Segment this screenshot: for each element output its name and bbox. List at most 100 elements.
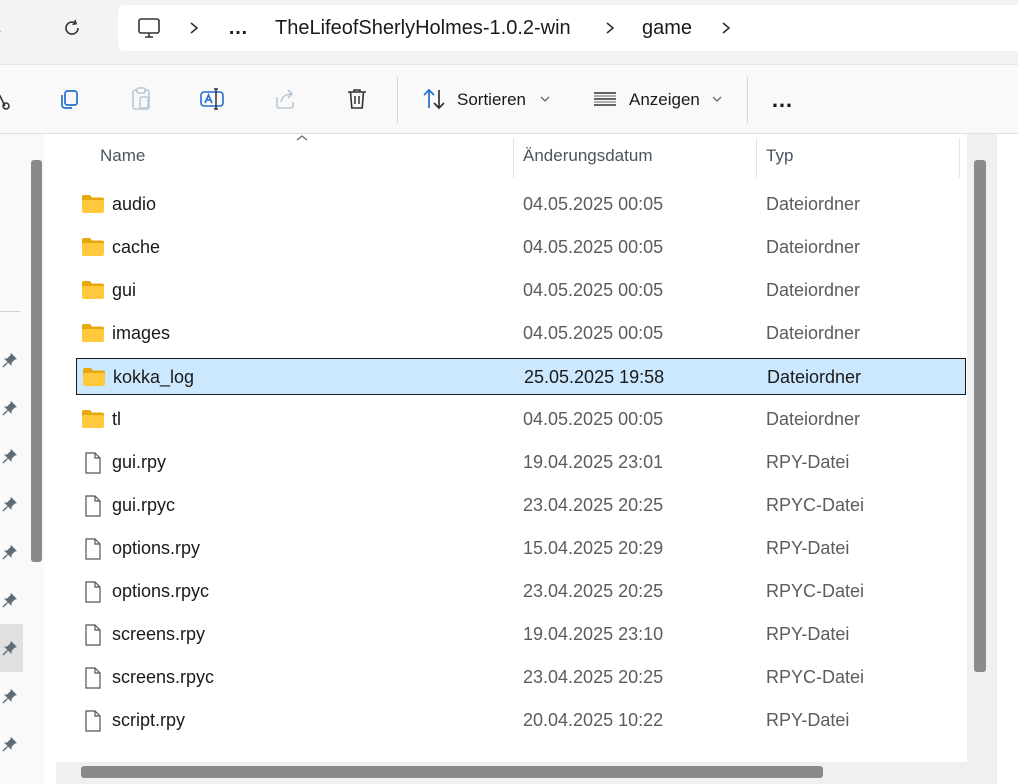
file-row[interactable]: gui.rpy 19.04.2025 23:01 RPY-Datei bbox=[76, 444, 966, 481]
folder-icon bbox=[82, 366, 106, 388]
horizontal-scrollbar-thumb[interactable] bbox=[81, 766, 823, 778]
file-name: images bbox=[112, 323, 171, 343]
file-name: screens.rpyc bbox=[112, 667, 215, 687]
file-type: RPYC-Datei bbox=[766, 581, 865, 601]
file-row[interactable]: options.rpyc 23.04.2025 20:25 RPYC-Datei bbox=[76, 573, 966, 610]
column-divider[interactable] bbox=[959, 138, 960, 178]
copy-icon bbox=[61, 90, 78, 109]
file-row[interactable]: script.rpy 20.04.2025 10:22 RPY-Datei bbox=[76, 702, 966, 739]
more-options-button[interactable]: … bbox=[771, 83, 794, 117]
chevron-down-icon[interactable] bbox=[527, 81, 563, 117]
paste-button[interactable] bbox=[123, 81, 159, 117]
pin-icon bbox=[0, 542, 20, 562]
file-date-modified: 25.05.2025 19:58 bbox=[524, 367, 665, 387]
file-name: gui bbox=[112, 280, 137, 300]
file-type: Dateiordner bbox=[766, 323, 861, 343]
up-arrow-icon[interactable] bbox=[0, 10, 18, 46]
toolbar-divider bbox=[747, 77, 748, 123]
file-row[interactable]: options.rpy 15.04.2025 20:29 RPY-Datei bbox=[76, 530, 966, 567]
sort-icon[interactable] bbox=[416, 81, 452, 117]
file-row[interactable]: screens.rpy 19.04.2025 23:10 RPY-Datei bbox=[76, 616, 966, 653]
breadcrumb-current-folder[interactable]: game bbox=[642, 5, 692, 51]
scissors-icon bbox=[0, 94, 10, 110]
refresh-button[interactable] bbox=[54, 10, 90, 46]
vertical-scrollbar-thumb[interactable] bbox=[974, 160, 986, 672]
this-pc-icon[interactable] bbox=[136, 5, 162, 51]
rename-button[interactable] bbox=[194, 81, 230, 117]
column-header-name[interactable]: Name bbox=[100, 134, 145, 178]
pin-icon bbox=[0, 494, 20, 514]
pin-icon bbox=[0, 590, 20, 610]
file-type: RPY-Datei bbox=[766, 624, 850, 644]
refresh-icon bbox=[65, 19, 79, 35]
file-name: options.rpy bbox=[112, 538, 201, 558]
clipboard-icon bbox=[132, 87, 150, 110]
sort-button[interactable]: Sortieren bbox=[457, 83, 526, 117]
file-name: screens.rpy bbox=[112, 624, 206, 644]
folder-icon bbox=[81, 279, 105, 301]
file-type: Dateiordner bbox=[766, 194, 861, 214]
folder-icon bbox=[81, 408, 105, 430]
file-row[interactable]: screens.rpyc 23.04.2025 20:25 RPYC-Datei bbox=[76, 659, 966, 696]
file-row[interactable]: images 04.05.2025 00:05 Dateiordner bbox=[76, 315, 966, 352]
view-icon[interactable] bbox=[587, 81, 623, 117]
file-row[interactable]: gui 04.05.2025 00:05 Dateiordner bbox=[76, 272, 966, 309]
file-row[interactable]: cache 04.05.2025 00:05 Dateiordner bbox=[76, 229, 966, 266]
file-type: RPYC-Datei bbox=[766, 495, 865, 515]
column-header-type[interactable]: Typ bbox=[766, 134, 793, 178]
file-name: audio bbox=[112, 194, 157, 214]
pin-icon bbox=[0, 398, 20, 418]
file-type: Dateiordner bbox=[767, 367, 862, 387]
file-date-modified: 04.05.2025 00:05 bbox=[523, 194, 664, 214]
file-type: Dateiordner bbox=[766, 280, 861, 300]
file-icon bbox=[81, 537, 105, 560]
address-bar[interactable]: … TheLifeofSherlyHolmes-1.0.2-win game bbox=[118, 5, 1018, 51]
chevron-down-icon[interactable] bbox=[699, 81, 735, 117]
file-row-selected[interactable]: kokka_log 25.05.2025 19:58 Dateiordner bbox=[76, 358, 966, 395]
folder-icon bbox=[81, 322, 105, 344]
file-icon bbox=[81, 451, 105, 474]
navigation-pane-scrollbar[interactable] bbox=[31, 160, 42, 562]
view-button[interactable]: Anzeigen bbox=[629, 83, 700, 117]
file-icon bbox=[81, 623, 105, 646]
column-header-date[interactable]: Änderungsdatum bbox=[523, 134, 652, 178]
file-icon bbox=[81, 666, 105, 689]
chevron-right-icon[interactable] bbox=[188, 5, 200, 51]
file-date-modified: 20.04.2025 10:22 bbox=[523, 710, 664, 730]
file-row[interactable]: audio 04.05.2025 00:05 Dateiordner bbox=[76, 186, 966, 223]
pin-icon bbox=[0, 638, 20, 658]
file-list: Name Änderungsdatum Typ audio 04.05.2025 … bbox=[50, 134, 967, 762]
cut-button[interactable] bbox=[0, 81, 20, 117]
file-icon bbox=[81, 580, 105, 603]
file-icon bbox=[81, 709, 105, 732]
column-divider[interactable] bbox=[513, 138, 514, 178]
chevron-right-icon[interactable] bbox=[720, 5, 732, 51]
file-name: tl bbox=[112, 409, 121, 429]
file-date-modified: 04.05.2025 00:05 bbox=[523, 237, 664, 257]
file-icon bbox=[81, 494, 105, 517]
pin-icon bbox=[0, 686, 20, 706]
file-name: gui.rpy bbox=[112, 452, 167, 472]
file-date-modified: 23.04.2025 20:25 bbox=[523, 581, 664, 601]
share-button[interactable] bbox=[267, 81, 303, 117]
copy-button[interactable] bbox=[51, 81, 87, 117]
breadcrumb-overflow[interactable]: … bbox=[228, 5, 249, 51]
file-date-modified: 04.05.2025 00:05 bbox=[523, 323, 664, 343]
file-type: RPY-Datei bbox=[766, 452, 850, 472]
chevron-right-icon[interactable] bbox=[604, 5, 616, 51]
file-name: options.rpyc bbox=[112, 581, 210, 601]
file-type: RPY-Datei bbox=[766, 710, 850, 730]
file-type: RPY-Datei bbox=[766, 538, 850, 558]
breadcrumb-root-folder[interactable]: TheLifeofSherlyHolmes-1.0.2-win bbox=[275, 5, 571, 51]
delete-button[interactable] bbox=[339, 81, 375, 117]
trash-icon bbox=[348, 89, 366, 109]
file-type: Dateiordner bbox=[766, 237, 861, 257]
file-type: Dateiordner bbox=[766, 409, 861, 429]
sort-ascending-icon bbox=[296, 135, 308, 141]
column-divider[interactable] bbox=[756, 138, 757, 178]
file-type: RPYC-Datei bbox=[766, 667, 865, 687]
file-row[interactable]: gui.rpyc 23.04.2025 20:25 RPYC-Datei bbox=[76, 487, 966, 524]
file-name: script.rpy bbox=[112, 710, 186, 730]
file-row[interactable]: tl 04.05.2025 00:05 Dateiordner bbox=[76, 401, 966, 438]
column-header-row: Name Änderungsdatum Typ bbox=[50, 134, 967, 178]
